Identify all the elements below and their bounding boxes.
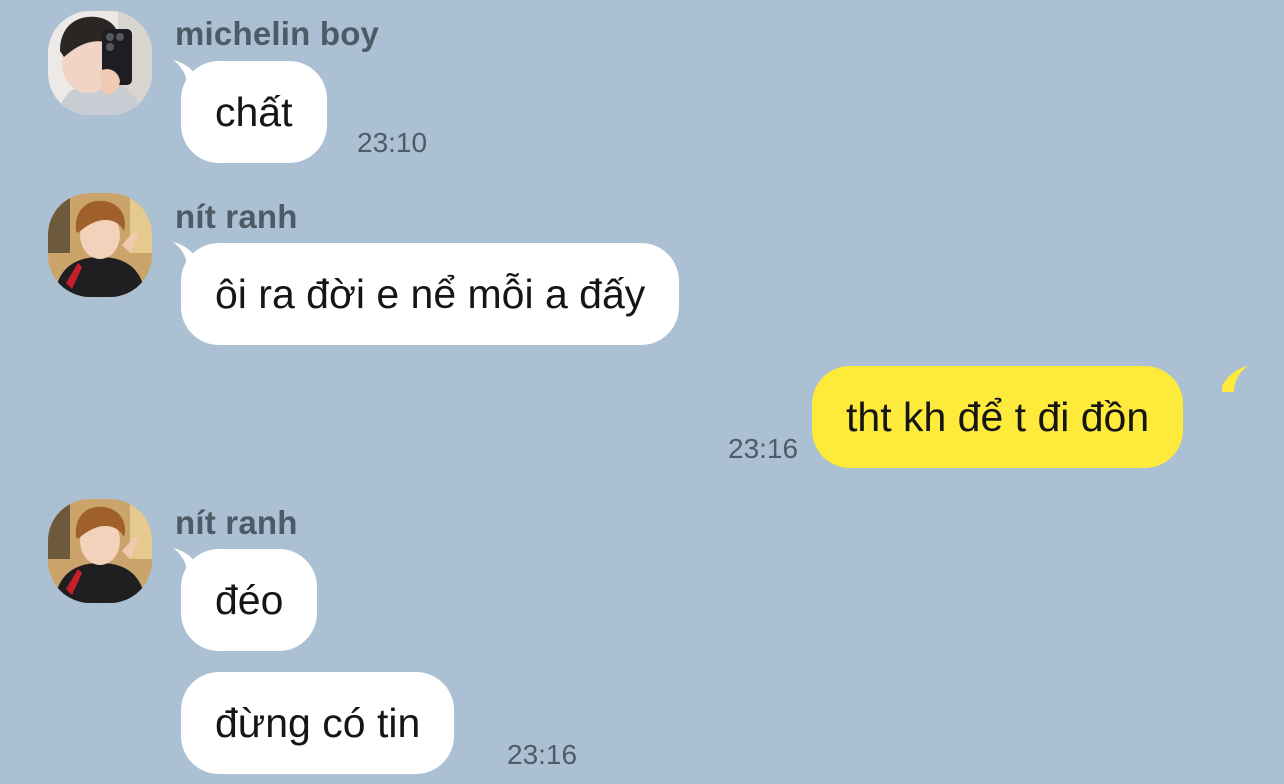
- user-avatar-selfie-icon: [48, 499, 152, 603]
- sender-name: nít ranh: [175, 198, 298, 235]
- message-timestamp: 23:10: [357, 127, 428, 158]
- sender-name: michelin boy: [175, 15, 380, 52]
- message-bubble[interactable]: ôi ra đời e nể mỗi a đấy: [181, 243, 680, 345]
- message-timestamp: 23:16: [507, 739, 578, 770]
- user-avatar-selfie-icon: [48, 193, 152, 297]
- message-bubble[interactable]: chất: [181, 61, 327, 163]
- message-bubble[interactable]: đéo: [181, 549, 318, 651]
- user-avatar-mirror-selfie-icon: [48, 11, 152, 115]
- chat-thread[interactable]: michelin boy chất 23:10 nít ranh ôi ra đ…: [0, 0, 1284, 784]
- outgoing-message-bubble[interactable]: tht kh để t đi đồn: [812, 366, 1184, 468]
- bubble-tail: [1222, 366, 1248, 392]
- message-bubble[interactable]: đừng có tin: [181, 672, 455, 774]
- avatar-nit-ranh[interactable]: [48, 193, 152, 297]
- sender-name: nít ranh: [175, 504, 298, 541]
- avatar-michelin-boy[interactable]: [48, 11, 152, 115]
- message-timestamp: 23:16: [728, 433, 799, 464]
- avatar-nit-ranh[interactable]: [48, 499, 152, 603]
